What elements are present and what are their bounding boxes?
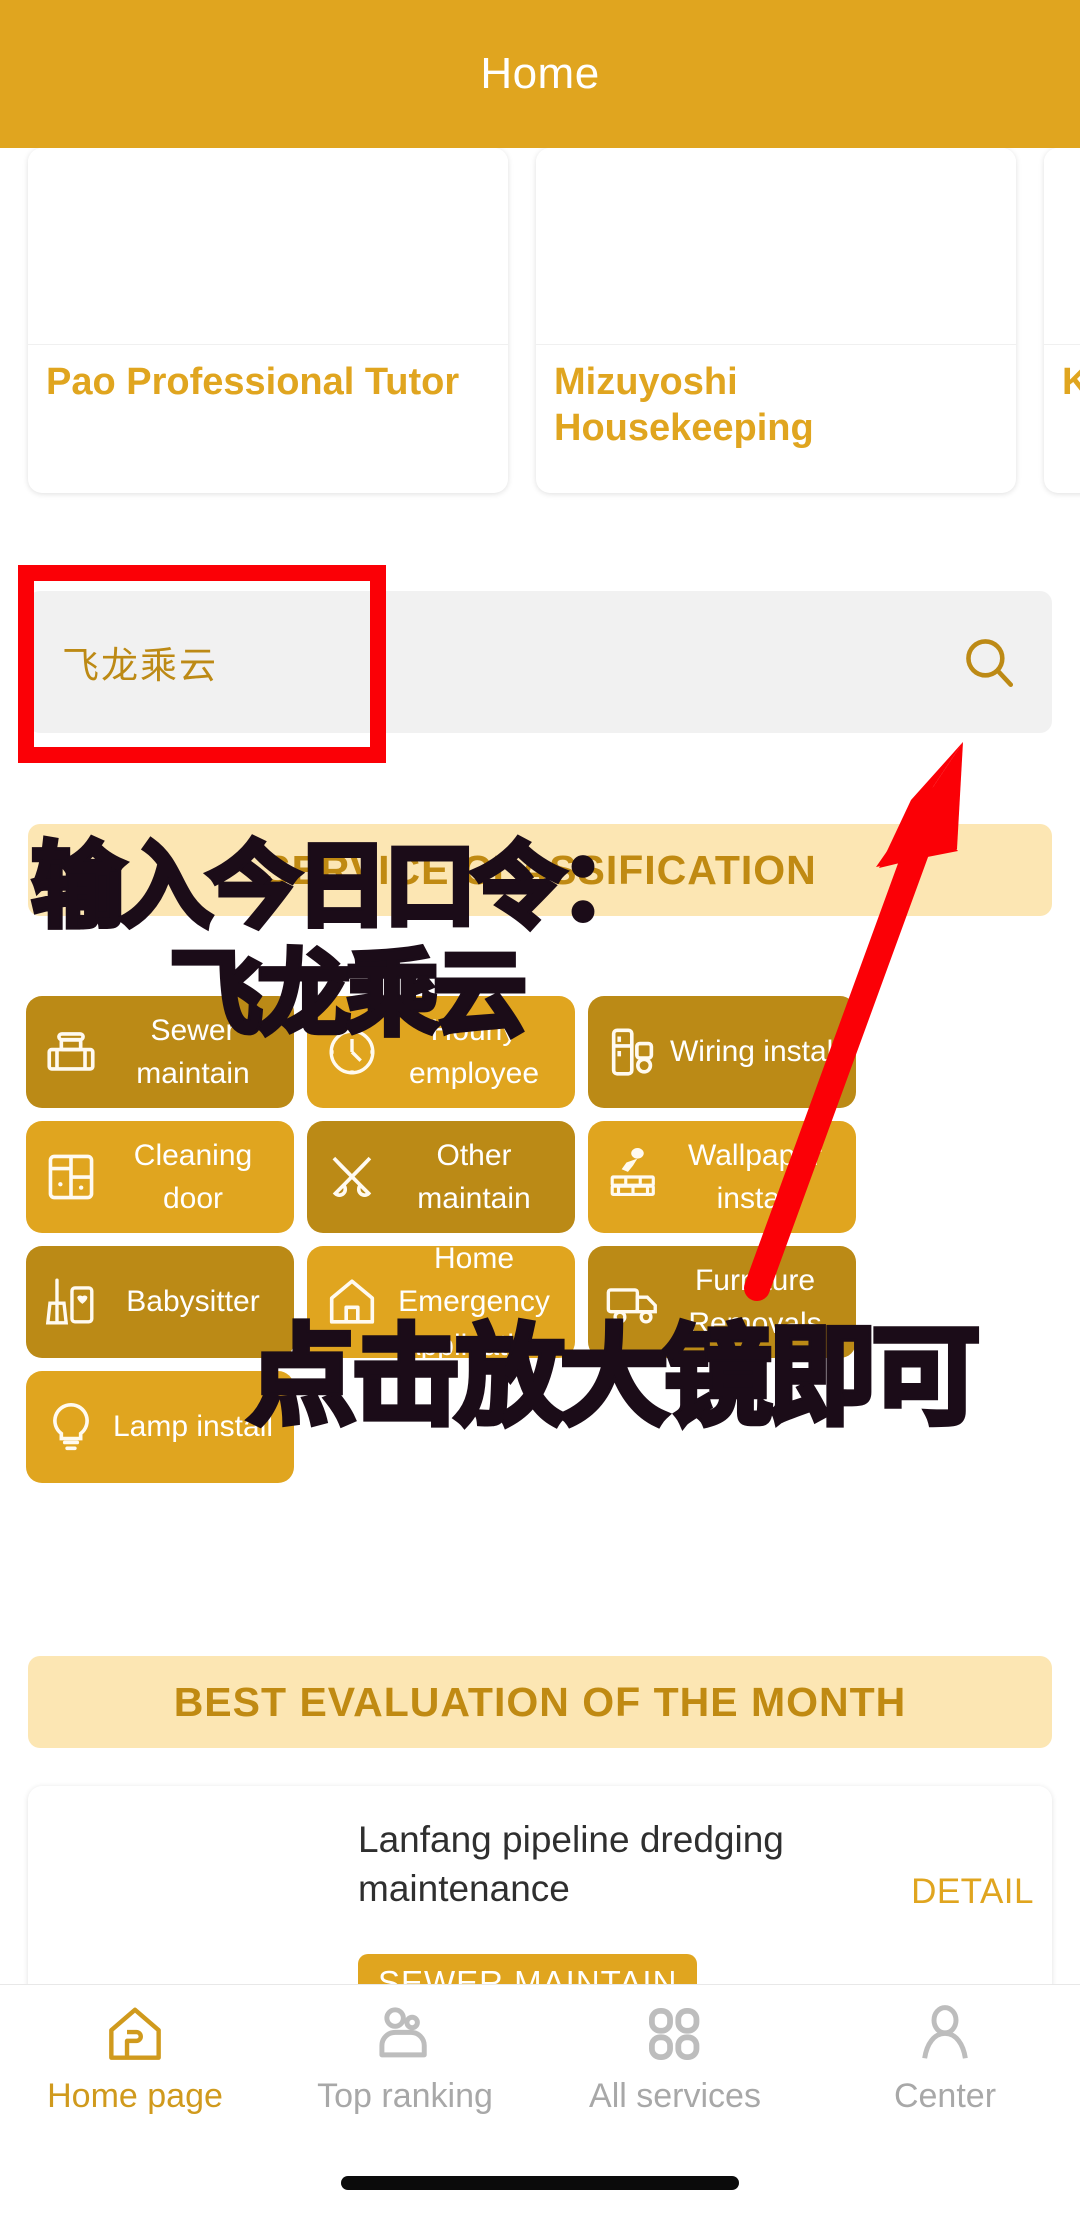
shop-thumbnail [536, 148, 1016, 345]
tab-all-services[interactable]: All services [540, 1985, 810, 2116]
shop-thumbnail [28, 148, 508, 345]
tab-center[interactable]: Center [810, 1985, 1080, 2116]
shop-card[interactable]: K H [1044, 148, 1080, 493]
service-tile-label: Wallpaper install [688, 1138, 822, 1216]
shop-card[interactable]: Mizuyoshi Housekeeping [536, 148, 1016, 493]
service-tile-label: Hourly employee [408, 1013, 540, 1091]
tab-top-ranking[interactable]: Top ranking [270, 1985, 540, 2116]
service-tile-hourly-employee[interactable]: Hourly employee [307, 996, 575, 1108]
truck-icon [602, 1271, 664, 1333]
services-section-title: SERVICE CLASSIFICATION [263, 846, 817, 893]
tools-icon [321, 1146, 383, 1208]
bricks-icon [602, 1146, 664, 1208]
page-header: Home [0, 0, 1080, 148]
refrigerator-icon [602, 1021, 664, 1083]
grid-icon [640, 1999, 710, 2069]
service-tile-cleaning-door[interactable]: Cleaning door [26, 1121, 294, 1233]
window-icon [40, 1146, 102, 1208]
page-title: Home [480, 49, 600, 98]
shop-thumbnail [1044, 148, 1080, 345]
bulb-icon [40, 1396, 102, 1458]
service-tile-home-emergency-application[interactable]: Home Emergency Application [307, 1246, 575, 1358]
home-indicator [341, 2176, 739, 2190]
service-tile-label: Sewer maintain [136, 1013, 250, 1091]
evaluation-section-banner: BEST EVALUATION OF THE MONTH [28, 1656, 1052, 1748]
evaluation-card[interactable]: Lanfang pipeline dredging maintenance DE… [28, 1786, 1052, 1984]
service-tile-wallpaper-install[interactable]: Wallpaper install [588, 1121, 856, 1233]
service-tile-label: Home Emergency Application [398, 1246, 550, 1358]
tab-label: All services [589, 2077, 761, 2115]
service-tile-label: Babysitter [126, 1285, 260, 1319]
service-category-grid[interactable]: Sewer maintain Hourly employee Wiring in… [26, 996, 1056, 1483]
content-scroll-area[interactable]: Pao Professional Tutor Mizuyoshi Houseke… [0, 148, 1080, 1984]
person-icon [910, 1999, 980, 2069]
shop-card-carousel[interactable]: Pao Professional Tutor Mizuyoshi Houseke… [0, 148, 1080, 503]
broom-icon [40, 1271, 102, 1333]
pipe-icon [40, 1021, 102, 1083]
app-root: Home Pao Professional Tutor Mizuyoshi Ho… [0, 0, 1080, 2237]
service-tile-label: Other maintain [417, 1138, 531, 1216]
service-tile-label: Lamp install [112, 1410, 274, 1444]
service-tile-label: Cleaning door [133, 1138, 253, 1216]
evaluation-detail-link[interactable]: DETAIL [911, 1872, 1034, 1912]
shop-name: K H [1062, 361, 1080, 403]
shop-card[interactable]: Pao Professional Tutor [28, 148, 508, 493]
tab-label: Home page [47, 2077, 223, 2115]
service-tile-lamp-install[interactable]: Lamp install [26, 1371, 294, 1483]
search-bar[interactable]: 飞龙乘云 [28, 591, 1052, 733]
services-section-banner: SERVICE CLASSIFICATION [28, 824, 1052, 916]
service-tile-label: Furniture Removals [688, 1263, 822, 1341]
search-icon[interactable] [960, 633, 1018, 691]
evaluation-title: Lanfang pipeline dredging maintenance [358, 1819, 784, 1909]
service-tile-label: Wiring install [669, 1035, 841, 1069]
service-tile-other-maintain[interactable]: Other maintain [307, 1121, 575, 1233]
evaluation-category-tag: SEWER MAINTAIN [358, 1954, 698, 1984]
service-tile-sewer-maintain[interactable]: Sewer maintain [26, 996, 294, 1108]
home-icon [321, 1271, 383, 1333]
shop-name: Mizuyoshi Housekeeping [554, 361, 814, 450]
tab-label: Top ranking [317, 2077, 493, 2115]
clock-icon [321, 1021, 383, 1083]
house-icon [100, 1999, 170, 2069]
tab-home-page[interactable]: Home page [0, 1985, 270, 2116]
service-tile-babysitter[interactable]: Babysitter [26, 1246, 294, 1358]
service-tile-furniture-removals[interactable]: Furniture Removals [588, 1246, 856, 1358]
tab-label: Center [893, 2077, 997, 2115]
ranking-icon [370, 1999, 440, 2069]
evaluation-section-title: BEST EVALUATION OF THE MONTH [173, 1678, 907, 1725]
shop-name: Pao Professional Tutor [46, 361, 460, 403]
search-input[interactable]: 飞龙乘云 [62, 635, 960, 689]
service-tile-wiring-install[interactable]: Wiring install [588, 996, 856, 1108]
bottom-tab-bar: Home page Top ranking All services Cente… [0, 1984, 1080, 2164]
